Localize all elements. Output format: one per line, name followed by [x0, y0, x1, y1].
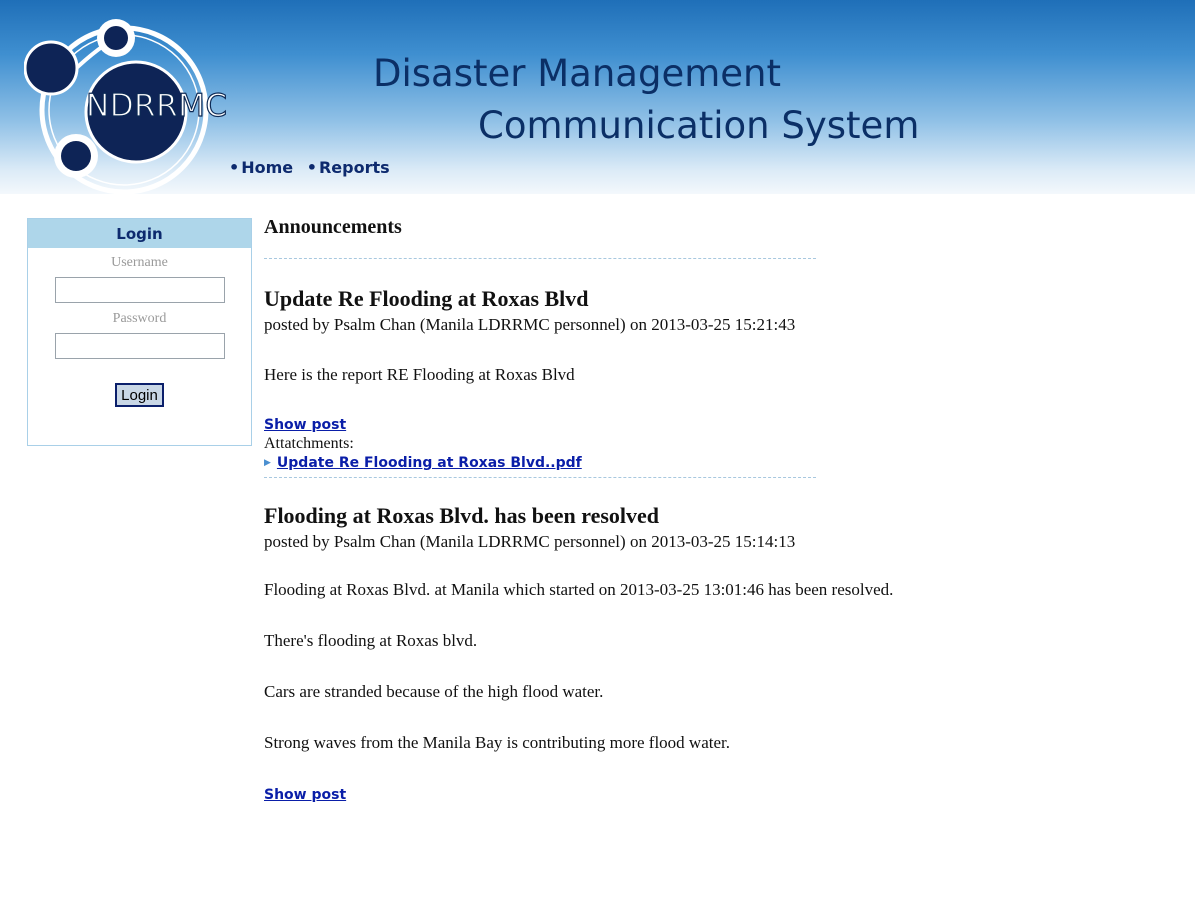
nav-link-home[interactable]: Home [241, 158, 293, 177]
post-paragraph: Here is the report RE Flooding at Roxas … [264, 365, 575, 384]
nav-bullet-icon: • [306, 158, 317, 177]
announcement-post: Update Re Flooding at Roxas Blvd posted … [264, 285, 984, 473]
post-paragraph: There's flooding at Roxas blvd. [264, 631, 478, 650]
site-title-line2: Communication System [478, 104, 920, 147]
announcements-section: Announcements Update Re Flooding at Roxa… [264, 214, 984, 804]
post-byline: posted by Psalm Chan (Manila LDRRMC pers… [264, 315, 796, 334]
login-heading: Login [28, 219, 251, 248]
password-input[interactable] [54, 333, 225, 359]
logo-text: NDRRMC [85, 87, 228, 124]
post-title: Flooding at Roxas Blvd. has been resolve… [264, 503, 660, 528]
header-banner: NDRRMC Disaster Management Communication… [0, 0, 1195, 195]
login-button[interactable]: Login [115, 383, 164, 407]
nav-bullet-icon: • [229, 158, 240, 177]
attachments-label: Attatchments: [264, 435, 354, 452]
nav-link-reports[interactable]: Reports [319, 158, 390, 177]
username-input[interactable] [54, 277, 225, 303]
divider [264, 258, 816, 259]
login-panel: Login Username Password Login [27, 218, 252, 446]
post-paragraph: Cars are stranded because of the high fl… [264, 682, 604, 701]
show-post-link[interactable]: Show post [264, 416, 346, 434]
divider [264, 477, 816, 478]
show-post-link[interactable]: Show post [264, 786, 346, 804]
post-title: Update Re Flooding at Roxas Blvd [264, 286, 589, 311]
post-paragraph: Strong waves from the Manila Bay is cont… [264, 733, 730, 752]
attachment-item: ▶ Update Re Flooding at Roxas Blvd..pdf [264, 454, 984, 473]
main-nav: • Home • Reports [229, 158, 398, 177]
site-title-line1: Disaster Management [373, 52, 781, 95]
announcements-heading: Announcements [264, 216, 402, 238]
post-paragraph: Flooding at Roxas Blvd. at Manila which … [264, 580, 894, 599]
username-label: Username [111, 255, 168, 270]
attachment-link[interactable]: Update Re Flooding at Roxas Blvd..pdf [277, 455, 582, 471]
bullet-triangle-icon: ▶ [264, 458, 271, 468]
post-byline: posted by Psalm Chan (Manila LDRRMC pers… [264, 532, 796, 551]
announcement-post: Flooding at Roxas Blvd. has been resolve… [264, 502, 984, 804]
password-label: Password [112, 311, 167, 326]
